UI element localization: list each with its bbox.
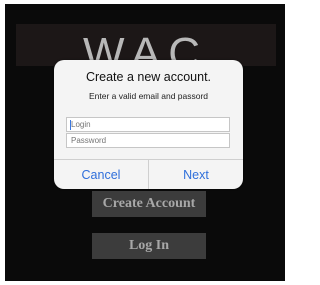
cancel-button[interactable]: Cancel bbox=[54, 160, 148, 189]
create-account-button[interactable]: Create Account bbox=[92, 191, 206, 217]
login-input[interactable] bbox=[66, 117, 230, 132]
log-in-button[interactable]: Log In bbox=[92, 233, 206, 259]
next-button[interactable]: Next bbox=[149, 160, 243, 189]
dialog-message: Enter a valid email and passord bbox=[88, 91, 209, 101]
text-cursor bbox=[70, 120, 71, 130]
create-account-dialog: Create a new account. Enter a valid emai… bbox=[54, 60, 243, 189]
dialog-title: Create a new account. bbox=[85, 70, 212, 84]
password-input[interactable] bbox=[66, 133, 230, 148]
